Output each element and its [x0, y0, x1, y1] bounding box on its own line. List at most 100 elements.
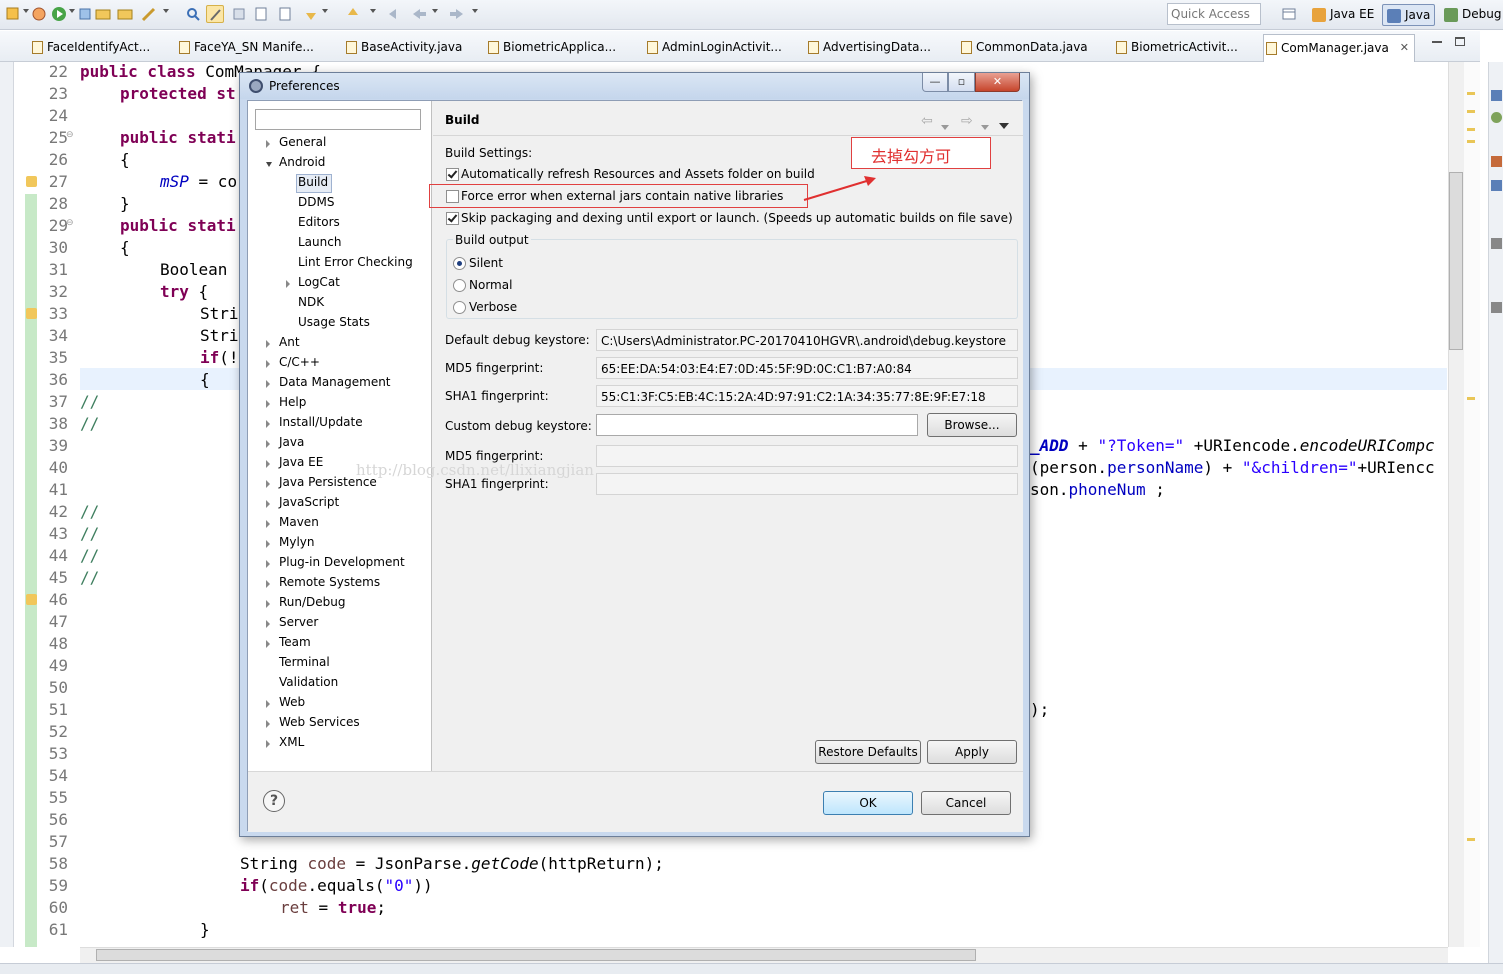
dropdown-arrow-icon[interactable]	[370, 9, 376, 13]
run-icon[interactable]	[50, 5, 68, 23]
open-perspective-icon[interactable]	[1280, 5, 1298, 23]
tree-item[interactable]: Launch	[298, 235, 341, 255]
code-line-26[interactable]: {	[120, 150, 130, 172]
editor-tab[interactable]: BiometricActivit...	[1114, 37, 1238, 59]
pen-icon[interactable]	[140, 5, 158, 23]
code-line-30[interactable]: {	[120, 238, 130, 260]
editor-tab[interactable]: BaseActivity.java	[344, 37, 462, 59]
overview-marker[interactable]	[1467, 92, 1475, 95]
code-line-61[interactable]: }	[200, 920, 210, 942]
custom-md5-field[interactable]	[596, 445, 1018, 467]
vertical-scroll-thumb[interactable]	[1449, 172, 1463, 350]
overview-marker[interactable]	[1467, 140, 1475, 143]
warning-icon[interactable]	[26, 308, 37, 319]
code-line-31[interactable]: Boolean	[160, 260, 227, 282]
console-icon[interactable]	[1491, 180, 1502, 191]
forward-icon[interactable]	[448, 5, 466, 23]
close-button[interactable]: ✕	[975, 73, 1020, 92]
restore-defaults-button[interactable]: Restore Defaults	[815, 740, 921, 764]
tree-item[interactable]: Terminal	[279, 655, 330, 675]
next-annotation-icon[interactable]	[302, 5, 320, 23]
tree-item[interactable]: Java Persistence	[279, 475, 377, 495]
auto-refresh-label[interactable]: Automatically refresh Resources and Asse…	[461, 167, 815, 181]
toolbar-misc-icon[interactable]	[76, 5, 94, 23]
collapsed-arrow-icon[interactable]	[266, 500, 270, 508]
perspective-java[interactable]: Java	[1382, 4, 1436, 26]
editor-tab[interactable]: FaceIdentifyAct...	[30, 37, 150, 59]
collapsed-arrow-icon[interactable]	[266, 460, 270, 468]
editor-tab[interactable]: AdminLoginActivit...	[645, 37, 782, 59]
restore-icon[interactable]	[1491, 238, 1502, 249]
tree-item[interactable]: General	[279, 135, 326, 155]
dropdown-arrow-icon[interactable]	[981, 119, 989, 133]
collapsed-arrow-icon[interactable]	[266, 560, 270, 568]
collapsed-arrow-icon[interactable]	[266, 420, 270, 428]
default-keystore-field[interactable]: C:\Users\Administrator.PC-20170410HGVR\.…	[596, 329, 1018, 351]
perspective-java-ee[interactable]: Java EE	[1308, 4, 1378, 26]
tree-item[interactable]: Build	[298, 175, 328, 195]
warning-icon[interactable]	[26, 594, 37, 605]
ok-button[interactable]: OK	[823, 791, 913, 815]
maximize-button[interactable]: ▫	[948, 73, 975, 92]
javadoc-icon[interactable]	[1491, 112, 1502, 123]
mark-occurrences-icon[interactable]	[230, 5, 248, 23]
code-line-43[interactable]: //	[80, 524, 99, 546]
collapsed-arrow-icon[interactable]	[266, 400, 270, 408]
tree-item[interactable]: Data Management	[279, 375, 391, 395]
tree-item[interactable]: Validation	[279, 675, 338, 695]
tree-item[interactable]: NDK	[298, 295, 324, 315]
tree-item[interactable]: Install/Update	[279, 415, 363, 435]
code-line-39[interactable]: _ADD + "?Token=" +URIencode.encodeURICom…	[1030, 436, 1435, 458]
minimize-icon[interactable]	[1432, 41, 1442, 43]
minimize-button[interactable]: —	[922, 73, 948, 92]
code-line-36[interactable]: {	[200, 370, 210, 392]
collapsed-arrow-icon[interactable]	[266, 600, 270, 608]
tree-item[interactable]: Java	[279, 435, 304, 455]
code-line-33[interactable]: Stri	[200, 304, 239, 326]
collapsed-arrow-icon[interactable]	[266, 360, 270, 368]
help-icon[interactable]: ?	[263, 790, 285, 812]
browse-button[interactable]: Browse...	[927, 413, 1017, 437]
tree-item[interactable]: XML	[279, 735, 304, 755]
tree-item[interactable]: Ant	[279, 335, 300, 355]
code-line-28[interactable]: }	[120, 194, 130, 216]
fold-icon[interactable]: ⊖	[66, 218, 74, 228]
tree-item[interactable]: Help	[279, 395, 306, 415]
code-line-40[interactable]: (person.personName) + "&children="+URIen…	[1030, 458, 1435, 480]
last-edit-icon[interactable]	[386, 5, 404, 23]
debug-icon[interactable]	[30, 5, 48, 23]
code-line-23[interactable]: protected st	[120, 84, 236, 106]
code-line-45[interactable]: //	[80, 568, 99, 590]
code-line-44[interactable]: //	[80, 546, 99, 568]
dropdown-arrow-icon[interactable]	[472, 9, 478, 13]
code-line-32[interactable]: try {	[160, 282, 208, 304]
collapsed-arrow-icon[interactable]	[266, 580, 270, 588]
code-line-41[interactable]: son.phoneNum ;	[1030, 480, 1165, 502]
cancel-button[interactable]: Cancel	[921, 791, 1011, 815]
collapsed-arrow-icon[interactable]	[266, 520, 270, 528]
collapsed-arrow-icon[interactable]	[286, 280, 290, 288]
tree-item[interactable]: Web Services	[279, 715, 360, 735]
editor-tab-active[interactable]: ComManager.java ✕	[1263, 34, 1415, 62]
custom-sha1-field[interactable]	[596, 473, 1018, 495]
view-menu-icon[interactable]	[999, 118, 1009, 132]
new-icon[interactable]	[4, 5, 22, 23]
dropdown-arrow-icon[interactable]	[163, 9, 169, 13]
tree-item[interactable]: Lint Error Checking	[298, 255, 413, 275]
silent-label[interactable]: Silent	[469, 256, 503, 270]
skip-packaging-checkbox[interactable]	[446, 212, 459, 225]
overview-marker[interactable]	[1467, 128, 1475, 131]
search-icon[interactable]	[184, 5, 202, 23]
collapsed-arrow-icon[interactable]	[266, 740, 270, 748]
code-line-42[interactable]: //	[80, 502, 99, 524]
collapsed-arrow-icon[interactable]	[266, 700, 270, 708]
overview-marker[interactable]	[1467, 110, 1475, 113]
dropdown-arrow-icon[interactable]	[941, 119, 949, 133]
auto-refresh-checkbox[interactable]	[446, 168, 459, 181]
editor-tab[interactable]: BiometricApplica...	[486, 37, 616, 59]
tree-item[interactable]: JavaScript	[279, 495, 339, 515]
highlight-icon[interactable]	[206, 5, 224, 23]
perspective-debug[interactable]: Debug	[1440, 4, 1503, 26]
overview-marker[interactable]	[1467, 397, 1475, 400]
verbose-label[interactable]: Verbose	[469, 300, 517, 314]
